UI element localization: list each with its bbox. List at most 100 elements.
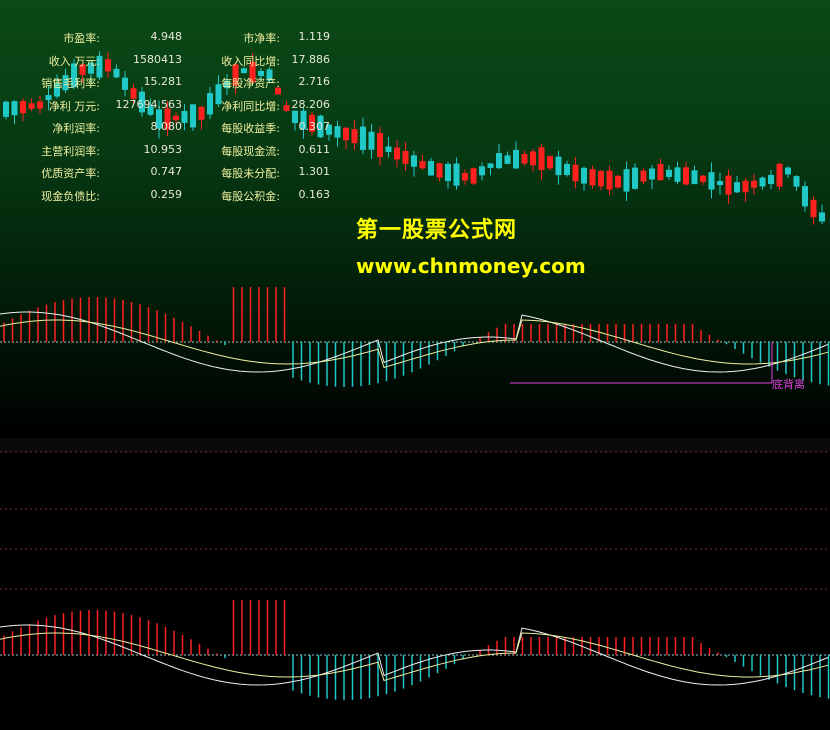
financial-value: 0.163 [298,187,331,201]
candlestick [615,175,621,188]
financial-value: 2.716 [298,75,331,88]
candlestick [368,131,375,150]
candlestick [589,169,596,186]
financial-label: 净利同比增: [221,99,280,113]
financial-label: 市盈率: [63,32,100,45]
candlestick [708,172,715,190]
candlestick [742,180,749,193]
candlestick [572,164,579,182]
financial-value: 1580413 [133,52,182,66]
financial-label: 收入同比增: [221,54,280,68]
candlestick [530,151,536,166]
candlestick [717,180,723,186]
candlestick [725,175,732,195]
financial-label: 每股现金流: [221,144,280,158]
candlestick [802,186,808,207]
candlestick [513,149,519,169]
financial-value: 8.080 [150,120,183,133]
candlestick [20,101,26,114]
financial-label: 优质资产率: [41,167,100,180]
financial-label: 净利润率: [52,122,100,135]
candlestick [700,175,706,182]
financial-value: 1.301 [298,165,331,178]
financial-value: 1.119 [298,30,331,43]
candlestick [360,126,366,150]
candlestick [521,153,528,164]
financial-row: 主营利润率: 10.953 每股现金流: 0.611 [40,143,340,166]
candlestick [640,170,647,182]
candlestick [3,101,9,117]
financial-label: 每股收益季: [221,122,280,135]
candlestick [487,163,494,168]
candlestick [683,167,689,185]
candlestick [768,174,774,185]
financial-value: 4.948 [150,30,183,43]
financial-row: 销售毛利率: 15.281 每股净资产: 2.716 [40,75,340,98]
candlestick [419,161,426,169]
candlestick [819,212,825,222]
financial-row: 市盈率: 4.948 市净率: 1.119 [40,30,340,53]
candlestick [11,101,18,116]
financial-label: 市净率: [243,32,280,45]
candlestick [674,167,681,182]
candlestick [402,150,409,164]
candlestick [555,156,562,176]
financial-label: 主营利润率: [41,144,100,158]
candlestick [785,167,791,175]
financial-value: 28.206 [291,97,331,111]
financial-value: 0.747 [150,165,183,178]
candlestick [598,171,604,187]
candlestick [462,172,468,181]
candlestick [394,147,400,160]
financial-label: 现金负债比: [41,189,100,203]
candlestick [751,180,757,188]
candlestick [470,168,477,184]
divergence-label: 底背离 [772,378,805,391]
financial-value: 0.307 [298,120,331,133]
candlestick [666,169,672,177]
financial-label: 每股未分配: [221,167,280,180]
candlestick [632,167,638,189]
candlestick [453,163,460,186]
financial-label: 收入 万元: [48,54,100,68]
financial-label: 每股净资产: [221,77,280,90]
financial-value: 0.259 [150,187,183,201]
candlestick [428,160,434,176]
financial-value: 127694.563 [115,97,182,111]
financial-row: 收入 万元: 1580413 收入同比增: 17.886 [40,53,340,76]
candlestick [623,169,630,192]
watermark-url: www.chnmoney.com [356,254,586,278]
candlestick [649,168,655,180]
financial-label: 每股公积金: [221,189,280,203]
candlestick [657,163,664,181]
candlestick [564,163,570,176]
candlestick [28,103,35,109]
candlestick [547,156,553,169]
candlestick [351,129,358,144]
candlestick [776,163,783,187]
candlestick [377,133,383,157]
candlestick [793,176,800,187]
financial-value: 15.281 [143,75,183,88]
candlestick [385,146,392,153]
candlestick [581,167,587,184]
financial-label: 销售毛利率: [41,77,100,90]
candlestick [496,153,502,169]
financial-row: 优质资产率: 0.747 每股未分配: 1.301 [40,165,340,188]
financial-label: 净利 万元: [48,99,100,113]
watermark-title: 第一股票公式网 [356,218,518,243]
financial-info-table: 市盈率: 4.948 市净率: 1.119 收入 万元: 1580413 收入同比增: 17.… [40,30,340,210]
financial-row: 净利润率: 8.080 每股收益季: 0.307 [40,120,340,143]
candlestick [343,127,349,141]
lower-macd-dea-line [0,632,829,682]
candlestick [411,155,417,167]
candlestick [436,163,443,178]
upper-macd-dea-line [0,319,829,369]
candlestick [810,199,817,218]
candlestick [691,170,698,185]
financial-value: 10.953 [143,142,183,156]
candlestick [606,170,613,190]
candlestick [538,147,545,171]
financial-row: 现金负债比: 0.259 每股公积金: 0.163 [40,188,340,211]
candlestick [734,182,740,193]
